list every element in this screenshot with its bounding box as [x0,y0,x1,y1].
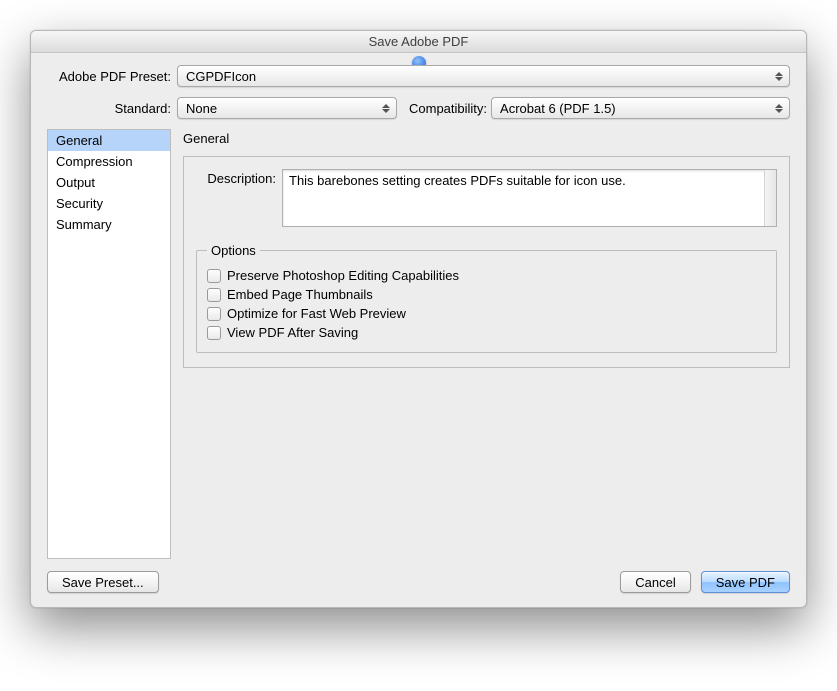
save-preset-button[interactable]: Save Preset... [47,571,159,593]
footer: Save Preset... Cancel Save PDF [47,571,790,593]
sidebar-item-label: Security [56,196,103,211]
save-pdf-button[interactable]: Save PDF [701,571,790,593]
updown-arrows-icon [770,99,788,117]
description-textarea[interactable]: This barebones setting creates PDFs suit… [282,169,777,227]
button-label: Save Preset... [62,575,144,590]
window-title: Save Adobe PDF [369,34,469,49]
standard-compat-row: Standard: None Compatibility: Acrobat 6 … [47,97,790,119]
description-text: This barebones setting creates PDFs suit… [289,173,626,188]
option-preserve-editing[interactable]: Preserve Photoshop Editing Capabilities [207,266,766,285]
options-group: Options Preserve Photoshop Editing Capab… [196,243,777,353]
option-label: View PDF After Saving [227,325,358,340]
preset-label: Adobe PDF Preset: [47,69,177,84]
compatibility-value: Acrobat 6 (PDF 1.5) [500,101,616,116]
preset-popup[interactable]: CGPDFIcon [177,65,790,87]
save-adobe-pdf-window: Save Adobe PDF Adobe PDF Preset: CGPDFIc… [30,30,807,608]
window-titlebar: Save Adobe PDF [31,31,806,53]
settings-panel: General Description: This barebones sett… [183,129,790,559]
window-content: Adobe PDF Preset: CGPDFIcon Standard: No… [31,53,806,607]
sidebar-item-security[interactable]: Security [48,193,170,214]
compatibility-label: Compatibility: [409,101,487,116]
sidebar-item-summary[interactable]: Summary [48,214,170,235]
option-label: Optimize for Fast Web Preview [227,306,406,321]
standard-label: Standard: [47,101,177,116]
cancel-button[interactable]: Cancel [620,571,690,593]
updown-arrows-icon [770,67,788,85]
sidebar-item-label: Compression [56,154,133,169]
checkbox-icon[interactable] [207,269,221,283]
options-legend: Options [207,243,260,258]
category-sidebar: General Compression Output Security Summ… [47,129,171,559]
sidebar-item-compression[interactable]: Compression [48,151,170,172]
standard-popup[interactable]: None [177,97,397,119]
sidebar-item-output[interactable]: Output [48,172,170,193]
sidebar-item-general[interactable]: General [48,130,170,151]
checkbox-icon[interactable] [207,307,221,321]
option-optimize-fast-web[interactable]: Optimize for Fast Web Preview [207,304,766,323]
button-label: Save PDF [716,575,775,590]
description-row: Description: This barebones setting crea… [196,169,777,227]
option-view-after-saving[interactable]: View PDF After Saving [207,323,766,342]
checkbox-icon[interactable] [207,288,221,302]
option-label: Preserve Photoshop Editing Capabilities [227,268,459,283]
standard-value: None [186,101,217,116]
panel-inner: Description: This barebones setting crea… [183,156,790,368]
panel-title: General [183,131,790,146]
sidebar-item-label: Output [56,175,95,190]
description-label: Description: [196,169,282,186]
option-embed-thumbnails[interactable]: Embed Page Thumbnails [207,285,766,304]
preset-row: Adobe PDF Preset: CGPDFIcon [47,65,790,87]
preset-value: CGPDFIcon [186,69,256,84]
sidebar-item-label: General [56,133,102,148]
scrollbar[interactable] [764,170,776,226]
compatibility-popup[interactable]: Acrobat 6 (PDF 1.5) [491,97,790,119]
checkbox-icon[interactable] [207,326,221,340]
sidebar-item-label: Summary [56,217,112,232]
option-label: Embed Page Thumbnails [227,287,373,302]
button-label: Cancel [635,575,675,590]
main-area: General Compression Output Security Summ… [47,129,790,559]
updown-arrows-icon [377,99,395,117]
